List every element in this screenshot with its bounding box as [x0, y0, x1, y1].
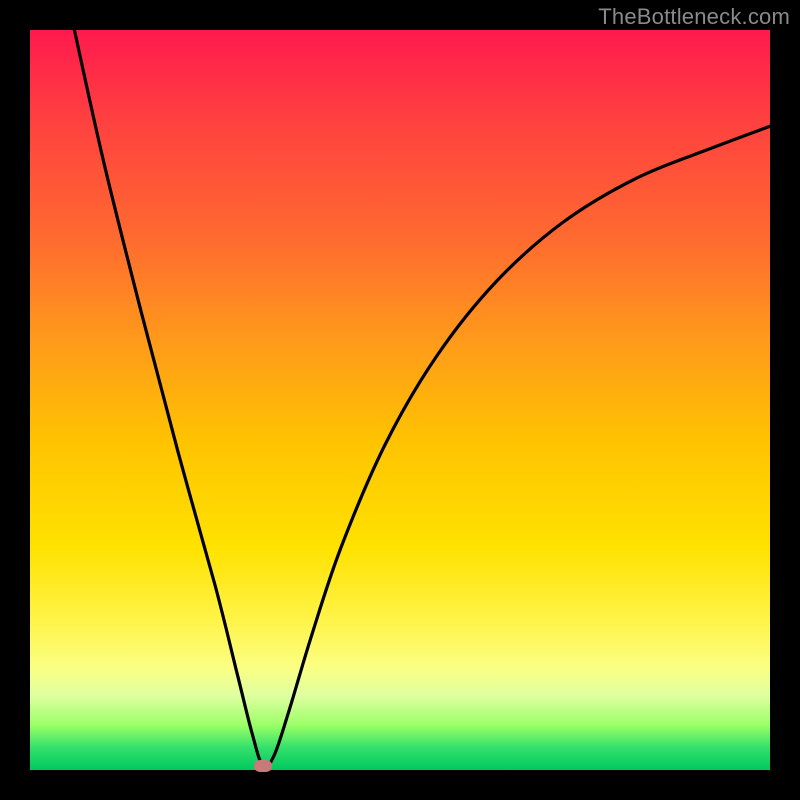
watermark-text: TheBottleneck.com	[598, 4, 790, 30]
curve-layer	[30, 30, 770, 770]
minimum-marker	[254, 760, 272, 772]
plot-area	[30, 30, 770, 770]
chart-frame: TheBottleneck.com	[0, 0, 800, 800]
bottleneck-curve	[74, 30, 770, 767]
